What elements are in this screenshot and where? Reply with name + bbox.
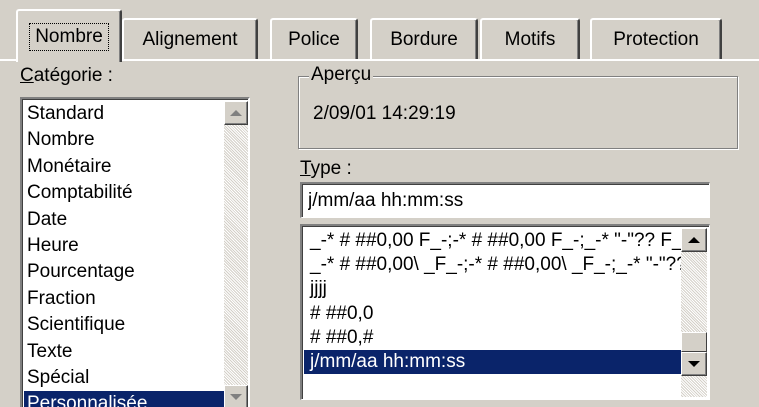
format-item[interactable]: # ##0,0: [304, 302, 682, 326]
tab-nombre-label: Nombre: [29, 22, 109, 51]
category-item-comptabilite[interactable]: Comptabilité: [24, 180, 224, 206]
category-label-text: atégorie :: [33, 65, 113, 86]
preview-group: Aperçu 2/09/01 14:29:19: [298, 64, 738, 149]
category-item-fraction[interactable]: Fraction: [24, 286, 224, 312]
format-list: _-* # ##0,00 F_-;-* # ##0,00 F_-;_-* "-"…: [304, 229, 682, 375]
type-input[interactable]: [300, 182, 710, 218]
scroll-up-arrow-icon: [688, 237, 700, 243]
category-item-nombre[interactable]: Nombre: [24, 127, 224, 153]
category-item-scientifique[interactable]: Scientifique: [24, 312, 224, 338]
category-scroll-down-button[interactable]: [224, 385, 248, 407]
format-item[interactable]: # ##0,#: [304, 326, 682, 350]
tab-protection[interactable]: Protection: [590, 18, 722, 59]
tab-bordure-label: Bordure: [390, 28, 458, 50]
category-item-special[interactable]: Spécial: [24, 365, 224, 391]
format-item[interactable]: _-* # ##0,00\ _F_-;-* # ##0,00\ _F_-;_-*…: [304, 253, 682, 277]
format-scroll-down-button[interactable]: [681, 352, 707, 376]
category-listbox[interactable]: Standard Nombre Monétaire Comptabilité D…: [20, 97, 250, 407]
format-item[interactable]: _-* # ##0,00 F_-;-* # ##0,00 F_-;_-* "-"…: [304, 229, 682, 253]
tab-motifs[interactable]: Motifs: [480, 18, 580, 59]
category-item-heure[interactable]: Heure: [24, 233, 224, 259]
type-label-hotkey: T: [300, 158, 311, 179]
category-item-pourcentage[interactable]: Pourcentage: [24, 259, 224, 285]
type-label: Type :: [300, 158, 352, 180]
format-scrollbar[interactable]: [681, 228, 707, 397]
tab-police-label: Police: [288, 28, 340, 50]
tab-protection-label: Protection: [613, 28, 699, 50]
format-listbox[interactable]: _-* # ##0,00 F_-;-* # ##0,00 F_-;_-* "-"…: [300, 224, 710, 400]
category-item-texte[interactable]: Texte: [24, 339, 224, 365]
scroll-down-arrow-icon: [688, 361, 700, 367]
category-label-hotkey: C: [20, 65, 34, 86]
tab-motifs-label: Motifs: [504, 28, 556, 50]
tab-alignement-label: Alignement: [142, 28, 238, 50]
format-item[interactable]: jjjj: [304, 277, 682, 301]
category-item-date[interactable]: Date: [24, 207, 224, 233]
category-scroll-up-button[interactable]: [224, 101, 248, 125]
category-list: Standard Nombre Monétaire Comptabilité D…: [24, 101, 224, 407]
tab-police[interactable]: Police: [270, 18, 358, 59]
category-item-monetaire[interactable]: Monétaire: [24, 154, 224, 180]
category-item-personnalisee[interactable]: Personnalisée: [24, 391, 224, 407]
category-scrollbar[interactable]: [224, 101, 248, 407]
scroll-up-arrow-icon: [230, 110, 242, 116]
tab-alignement[interactable]: Alignement: [122, 18, 258, 59]
preview-value: 2/09/01 14:29:19: [313, 103, 456, 124]
format-item-selected[interactable]: j/mm/aa hh:mm:ss: [304, 349, 682, 375]
scroll-down-arrow-icon: [230, 394, 242, 400]
format-scroll-thumb[interactable]: [681, 332, 707, 352]
tab-bordure[interactable]: Bordure: [370, 18, 478, 59]
preview-group-title: Aperçu: [309, 64, 374, 86]
category-label: Catégorie :: [20, 65, 113, 87]
category-item-standard[interactable]: Standard: [24, 101, 224, 127]
format-scroll-up-button[interactable]: [681, 228, 707, 252]
tab-nombre[interactable]: Nombre: [16, 9, 122, 62]
type-label-text: ype :: [310, 158, 352, 179]
tab-strip: Nombre Alignement Police Bordure Motifs …: [0, 0, 759, 62]
